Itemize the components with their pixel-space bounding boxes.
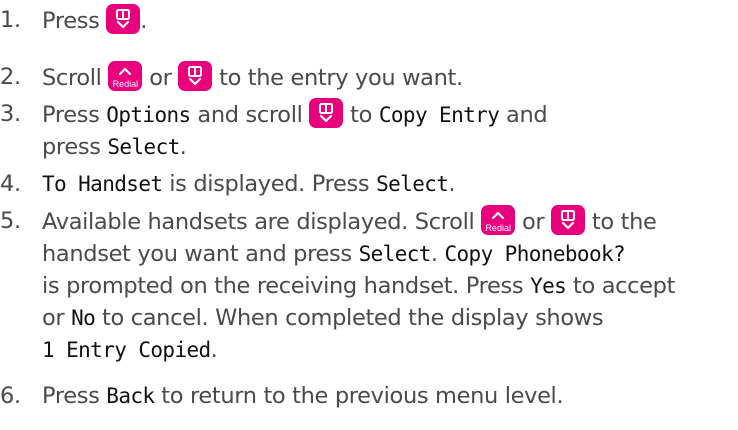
step-number: 4. <box>0 171 21 197</box>
lcd-text-select: Select <box>107 135 180 159</box>
step-number: 6. <box>0 383 21 409</box>
text-run: press <box>42 134 108 160</box>
lcd-text-entry-copied: 1 Entry Copied <box>42 338 211 362</box>
phonebook-down-key-icon <box>309 98 344 128</box>
text-run: and <box>499 102 548 128</box>
text-run: to accept <box>566 273 676 299</box>
text-run: to <box>343 102 379 128</box>
redial-up-key-icon: Redial <box>481 205 516 235</box>
step-number: 3. <box>0 101 21 127</box>
text-run: . <box>140 8 148 34</box>
text-run: to cancel. When completed the display sh… <box>95 305 604 331</box>
text-run: . <box>430 241 445 267</box>
text-run: Press <box>42 383 107 409</box>
lcd-text-options: Options <box>106 103 191 127</box>
text-run: to the entry you want. <box>212 65 463 91</box>
text-run: or <box>142 65 179 91</box>
text-run: is displayed. Press <box>162 171 377 197</box>
phonebook-down-key-icon <box>178 61 213 91</box>
lcd-text-back: Back <box>106 384 155 408</box>
text-run: to the <box>585 209 657 235</box>
redial-key-label: Redial <box>112 79 139 89</box>
text-run: . <box>210 337 218 363</box>
text-run: . <box>179 134 187 160</box>
phonebook-down-key-icon <box>106 4 141 34</box>
text-run: is prompted on the receiving handset. Pr… <box>42 273 531 299</box>
lcd-text-to-handset: To Handset <box>42 172 163 196</box>
step-text: Available handsets are displayed. Scroll… <box>42 205 734 366</box>
text-run: or <box>515 209 552 235</box>
text-run: Scroll <box>42 65 109 91</box>
text-run: to return to the previous menu level. <box>154 383 564 409</box>
text-run: handset you want and press <box>42 241 359 267</box>
text-run: and scroll <box>190 102 310 128</box>
lcd-text-select: Select <box>358 242 432 266</box>
lcd-text-select: Select <box>376 172 449 196</box>
lcd-text-copy-entry: Copy Entry <box>378 103 500 127</box>
redial-key-label: Redial <box>485 223 511 233</box>
step-text: Press . <box>42 4 734 37</box>
step-text: To Handset is displayed. Press Select. <box>42 168 734 200</box>
lcd-text-no: No <box>71 306 96 330</box>
lcd-text-copy-phonebook: Copy Phonebook? <box>444 242 626 266</box>
step-number: 5. <box>0 208 21 234</box>
text-run: . <box>448 171 456 197</box>
text-run: Available handsets are displayed. Scroll <box>42 209 482 235</box>
redial-up-key-icon: Redial <box>108 61 143 91</box>
text-run: Press <box>42 102 107 128</box>
text-run: Press <box>42 8 107 34</box>
step-number: 2. <box>0 64 21 90</box>
step-text: Press Back to return to the previous men… <box>42 380 734 412</box>
step-text: Scroll Redial or to the entry you want. <box>42 61 734 94</box>
lcd-text-yes: Yes <box>530 274 567 298</box>
text-run: or <box>42 305 72 331</box>
step-text: Press Options and scroll to Copy Entry a… <box>42 98 734 163</box>
step-number: 1. <box>0 7 21 33</box>
phonebook-down-key-icon <box>551 205 586 235</box>
